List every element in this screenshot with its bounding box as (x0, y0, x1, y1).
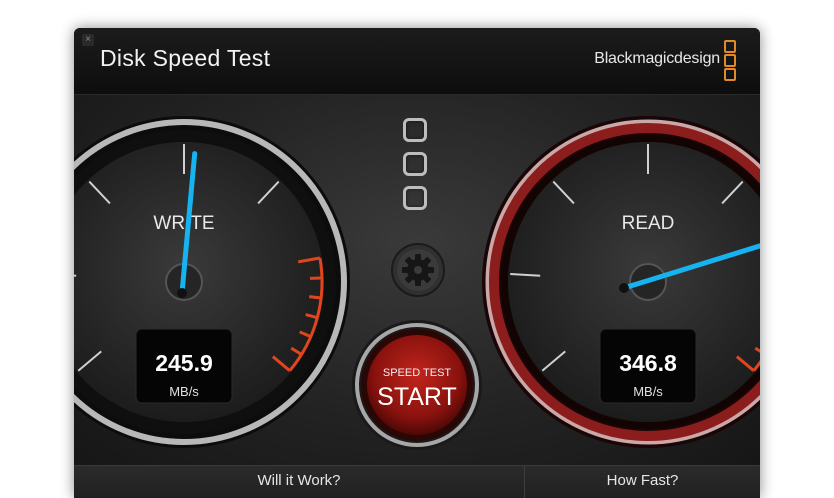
redline-tick (309, 297, 321, 298)
write-needle-pivot (177, 288, 187, 298)
tab-will-it-work[interactable]: Will it Work? (74, 466, 524, 498)
write-label: WRITE (153, 213, 214, 234)
footer-tabs: Will it Work? How Fast? (74, 465, 760, 498)
settings-button[interactable] (390, 242, 446, 298)
start-button-label: START (377, 383, 457, 411)
gauge-panel: WRITE 245.9 MB/s (74, 95, 760, 465)
start-button[interactable]: SPEED TEST START (350, 318, 484, 452)
tab-will-it-work-label: Will it Work? (257, 472, 340, 489)
center-indicator-box (403, 152, 427, 176)
app-window: × Disk Speed Test Blackmagicdesign (74, 28, 760, 498)
tab-how-fast[interactable]: How Fast? (525, 466, 760, 498)
tab-how-fast-label: How Fast? (607, 472, 679, 489)
center-indicator-box (403, 118, 427, 142)
read-gauge: READ 346.8 MB/s (478, 112, 760, 452)
read-unit: MB/s (633, 384, 663, 399)
write-value: 245.9 (155, 350, 213, 376)
write-unit: MB/s (169, 384, 199, 399)
center-indicator-box (403, 186, 427, 210)
read-label: READ (622, 213, 675, 234)
write-gauge: WRITE 245.9 MB/s (74, 112, 354, 452)
read-value: 346.8 (619, 350, 677, 376)
read-needle-pivot (619, 283, 629, 293)
start-button-caption: SPEED TEST (383, 367, 452, 379)
